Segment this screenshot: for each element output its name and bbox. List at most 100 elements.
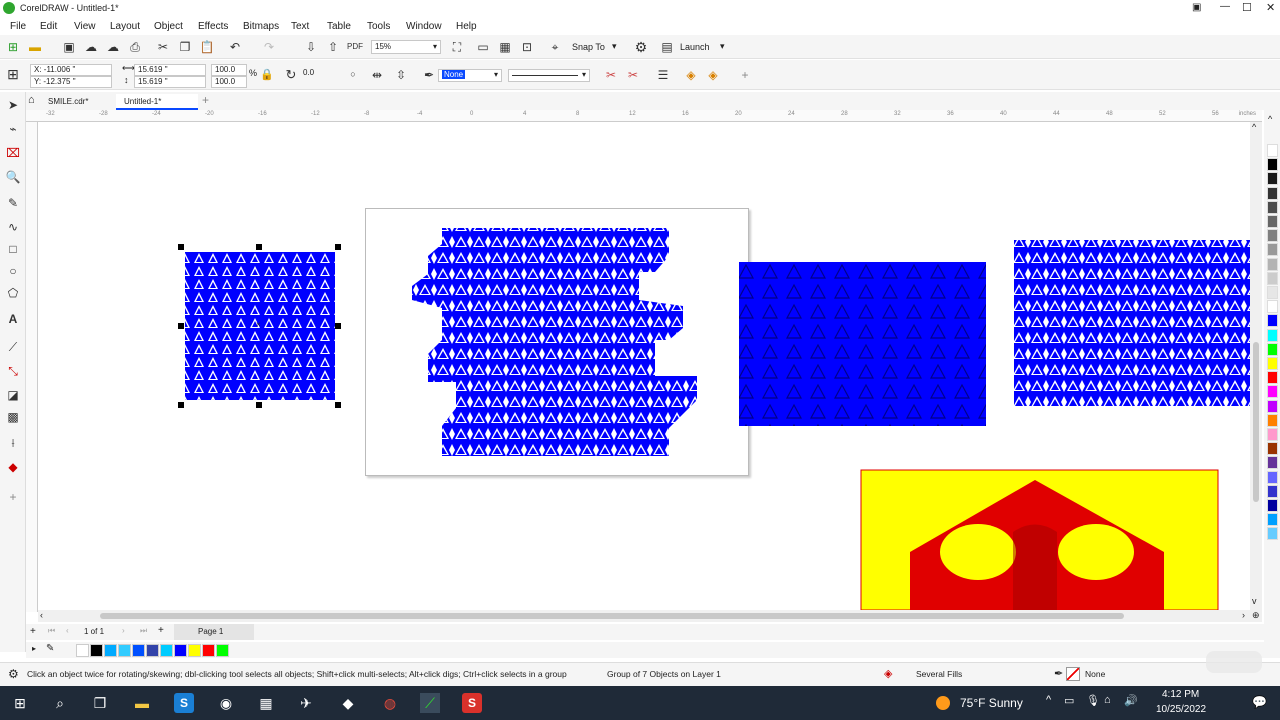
palette-swatch[interactable] [1267,357,1278,370]
palette-swatch[interactable] [1267,428,1278,441]
selection-handle-bottom[interactable] [256,402,262,408]
rotation-angle-field[interactable]: 0.0 [300,68,342,80]
ellipse-tool-icon[interactable]: ○ [4,262,22,280]
document-palette-swatch[interactable] [132,644,145,657]
horizontal-scrollbar[interactable]: ‹ › ⊕ [38,610,1262,622]
document-palette-swatch[interactable] [146,644,159,657]
open-folder-icon[interactable]: ▬ [26,38,44,56]
scale-y-field[interactable]: 100.0 [211,76,247,88]
outline-width-select[interactable]: None ▾ [438,69,502,82]
launch-icon[interactable]: ▤ [658,38,676,56]
next-page-icon[interactable]: › [122,626,125,635]
freehand-tool-icon[interactable]: ✎ [4,194,22,212]
scroll-up-icon[interactable]: ^ [1252,122,1256,132]
help-window-icon[interactable]: ▣ [1192,2,1201,13]
connector-tool-icon[interactable]: ⤡ [4,362,22,380]
chrome-icon[interactable]: ◍ [380,693,400,713]
text-tool-icon[interactable]: A [4,310,22,328]
menu-text[interactable]: Text [291,21,309,32]
network-icon[interactable]: ⌂ [1104,694,1111,706]
palette-swatch[interactable] [1267,229,1278,243]
file-explorer-icon[interactable]: ▬ [132,693,152,713]
irregular-pattern-object[interactable] [412,228,697,456]
menu-layout[interactable]: Layout [110,21,140,32]
last-page-icon[interactable]: ⏭ [140,626,147,636]
palette-swatch[interactable] [1267,271,1278,285]
add-page-after-icon[interactable]: + [158,625,164,636]
add-tool-icon[interactable]: + [4,488,22,506]
add-icon[interactable]: + [736,66,754,84]
palette-swatch[interactable] [1267,371,1278,385]
vertical-scroll-thumb[interactable] [1253,342,1259,502]
scale-x-field[interactable]: 100.0 [211,64,247,76]
home-icon[interactable]: ⌂ [28,94,35,106]
zoom-to-page-icon[interactable]: ⛶ [448,38,466,56]
polygon-tool-icon[interactable]: ⬠ [4,284,22,302]
menu-window[interactable]: Window [406,21,442,32]
selection-handle-bottom-right[interactable] [335,402,341,408]
palette-swatch[interactable] [1267,413,1278,427]
print-icon[interactable]: ⎙ [126,38,144,56]
menu-file[interactable]: File [10,21,26,32]
import-icon[interactable]: ⇩ [302,38,320,56]
menu-object[interactable]: Object [154,21,183,32]
export-pdf-icon[interactable]: PDF [346,38,364,56]
clock-date[interactable]: 10/25/2022 [1156,704,1206,715]
document-palette-swatch[interactable] [216,644,229,657]
add-page-icon[interactable]: + [30,626,36,637]
height-field[interactable]: 15.619 " [134,76,206,88]
volume-icon[interactable]: 🔊 [1124,694,1138,707]
new-tab-icon[interactable]: + [202,93,209,107]
windows-start-icon[interactable]: ⊞ [10,693,30,713]
app-icon-3[interactable]: ▦ [256,693,276,713]
tray-chevron-icon[interactable]: ^ [1046,694,1051,706]
mirror-horizontal-icon[interactable]: ⇹ [368,66,386,84]
drawing-canvas[interactable]: × [38,122,1250,610]
palette-swatch[interactable] [1267,499,1278,512]
palette-swatch[interactable] [1267,442,1278,456]
selection-handle-top-right[interactable] [335,244,341,250]
scroll-left-icon[interactable]: ‹ [40,610,43,620]
vertical-scrollbar[interactable]: ^ v [1250,122,1262,610]
palette-swatch[interactable] [1267,328,1278,342]
document-palette-swatch[interactable] [104,644,117,657]
save-icon[interactable]: ▣ [60,38,78,56]
show-guidelines-icon[interactable]: ⊡ [518,38,536,56]
align-distribute-icon[interactable]: ☰ [654,66,672,84]
coreldraw-taskbar-icon[interactable]: ⟋ [420,693,440,713]
palette-swatch[interactable] [1267,286,1278,299]
selection-handle-top-left[interactable] [178,244,184,250]
lock-ratio-icon[interactable]: 🔒 [258,66,276,84]
prev-page-icon[interactable]: ‹ [66,626,69,635]
close-button[interactable]: ✕ [1266,1,1275,14]
drop-shadow-icon[interactable]: ◪ [4,386,22,404]
search-icon[interactable]: ⌕ [50,693,70,713]
tab-untitled[interactable]: Untitled-1* [116,94,198,110]
palette-swatch[interactable] [1267,527,1278,541]
object-origin-icon[interactable]: ⊞ [4,65,22,83]
tray-icon-1[interactable]: ▭ [1064,694,1074,707]
palette-swatch[interactable] [1267,314,1278,328]
rotate-icon[interactable]: ↻ [282,66,300,84]
outline-pen-icon[interactable]: ✒ [420,66,438,84]
palette-swatch[interactable] [1267,484,1278,498]
palette-swatch[interactable] [1267,172,1278,186]
palette-swatch[interactable] [1267,470,1278,484]
shape-tool-icon[interactable]: ⌁ [4,120,22,138]
document-palette-swatch[interactable] [174,644,187,657]
palette-swatch[interactable] [1267,456,1278,470]
app-icon-5[interactable]: ◆ [338,693,358,713]
parallel-dimension-icon[interactable]: ⟋ [4,338,22,356]
y-position-field[interactable]: Y: -12.375 " [30,76,112,88]
palette-swatch[interactable] [1267,200,1278,214]
menu-effects[interactable]: Effects [198,21,228,32]
artistic-media-icon[interactable]: ∿ [4,218,22,236]
crop-tool-icon[interactable]: ⌧ [4,144,22,162]
page-tab[interactable]: Page 1 [174,624,254,640]
horizontal-scroll-thumb[interactable] [100,613,1124,619]
app-s-red-icon[interactable]: S [462,693,482,713]
snap-icon[interactable]: ⌖ [546,38,564,56]
paste-icon[interactable]: 📋 [198,38,216,56]
menu-bitmaps[interactable]: Bitmaps [243,21,279,32]
app-s-icon[interactable]: S [174,693,194,713]
